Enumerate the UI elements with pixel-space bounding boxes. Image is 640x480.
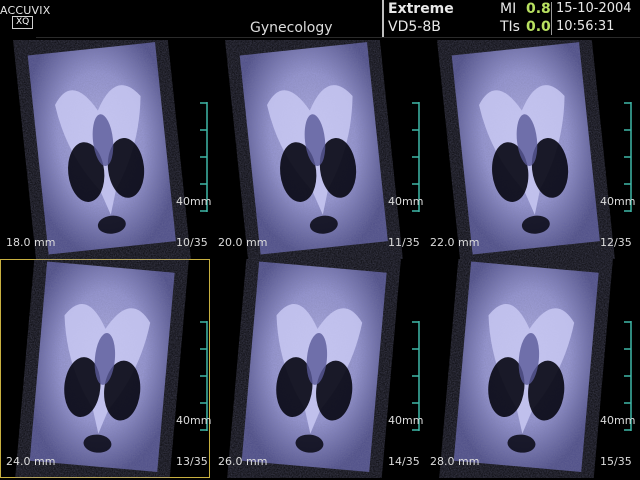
frame-counter: 13/35 [176,455,208,468]
frame-counter: 14/35 [388,455,420,468]
ultrasound-slice-image [239,42,388,255]
scale-label: 40mm [388,195,424,208]
brand-model-badge: XQ [12,16,34,29]
ultrasound-slice-image [27,42,176,255]
status-header: ACCUVIX XQ Gynecology Extreme VD5-8B MI … [0,0,640,38]
ultrasound-slice-image [451,42,600,255]
scale-label: 40mm [176,414,212,427]
slice-panel[interactable]: 40mm 28.0 mm 15/35 [424,259,636,478]
ultrasound-slice-image [29,261,175,472]
scale-label: 40mm [176,195,212,208]
exam-time: 10:56:31 [556,19,615,34]
slice-panel[interactable]: 40mm 26.0 mm 14/35 [212,259,424,478]
frame-counter: 15/35 [600,455,632,468]
ultrasound-slice-image [453,261,599,472]
slice-depth: 22.0 mm [430,236,480,249]
mi-label: MI [500,1,517,17]
tis-value: 0.0 [526,19,551,35]
scale-label: 40mm [600,195,636,208]
tis-label: TIs [500,19,520,35]
slice-panel[interactable]: 40mm 18.0 mm 10/35 [0,40,212,259]
frame-counter: 12/35 [600,236,632,249]
imaging-mode: Extreme [388,1,454,17]
frame-counter: 10/35 [176,236,208,249]
frame-counter: 11/35 [388,236,420,249]
header-divider [382,0,384,37]
exam-preset: Gynecology [250,20,333,36]
slice-depth: 20.0 mm [218,236,268,249]
probe-name: VD5-8B [388,19,441,35]
slice-depth: 28.0 mm [430,455,480,468]
slice-depth: 24.0 mm [6,455,56,468]
ultrasound-slice-image [241,261,387,472]
slice-depth: 18.0 mm [6,236,56,249]
scale-label: 40mm [388,414,424,427]
mi-value: 0.8 [526,1,551,17]
slice-panel[interactable]: 40mm 24.0 mm 13/35 [0,259,212,478]
scale-label: 40mm [600,414,636,427]
header-underline [36,37,640,38]
datetime-divider [551,2,552,35]
slice-panel[interactable]: 40mm 22.0 mm 12/35 [424,40,636,259]
exam-date: 15-10-2004 [556,1,632,16]
slice-panel[interactable]: 40mm 20.0 mm 11/35 [212,40,424,259]
slice-depth: 26.0 mm [218,455,268,468]
